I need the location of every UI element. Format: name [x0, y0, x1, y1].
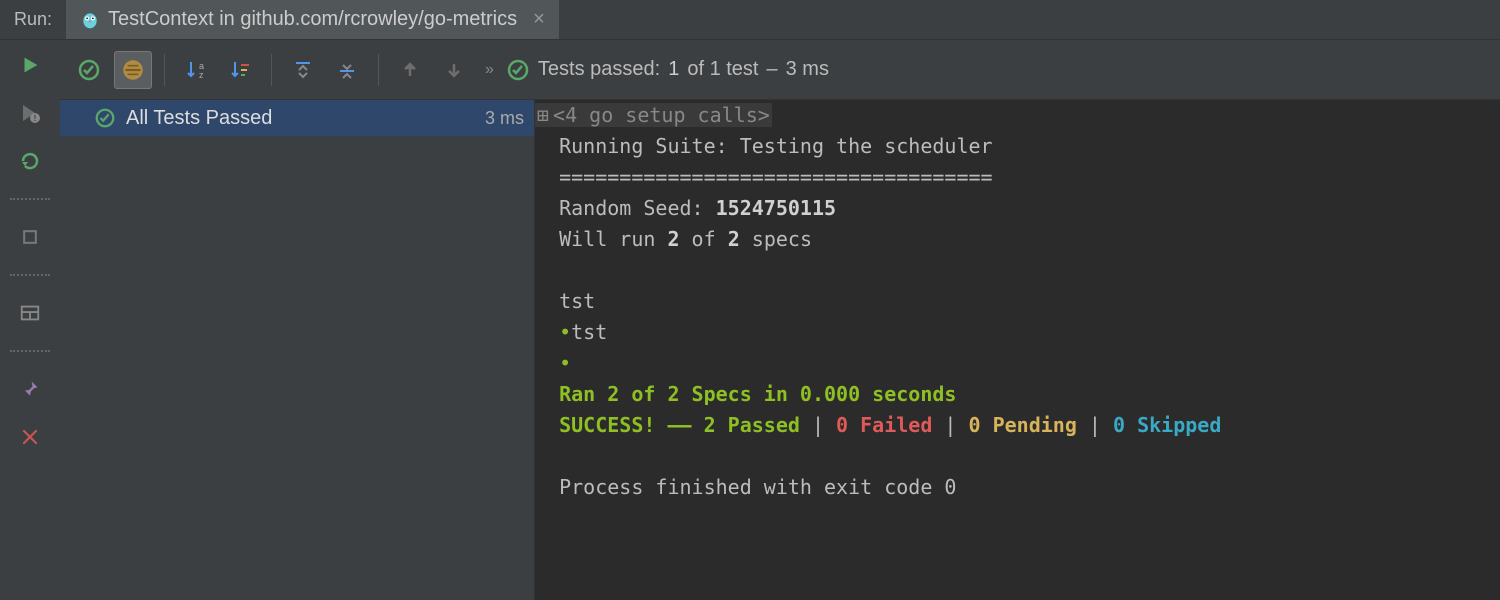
test-toolbar: az » Tests passed: 1 [60, 40, 1500, 100]
run-button[interactable] [15, 50, 45, 80]
console-line: Random Seed: 1524750115 [559, 196, 836, 220]
expand-all-button[interactable] [284, 51, 322, 89]
fold-marker[interactable]: ⊞ [535, 103, 551, 127]
status-dash: – [766, 58, 777, 81]
next-failed-button[interactable] [435, 51, 473, 89]
overflow-icon[interactable]: » [479, 61, 500, 79]
status-of: of 1 test [687, 58, 758, 81]
console-line: Running Suite: Testing the scheduler [559, 134, 992, 158]
close-icon[interactable]: × [533, 8, 545, 31]
console-line: Will run 2 of 2 specs [559, 227, 812, 251]
console-line: •tst [559, 320, 607, 344]
console-line: ==================================== [559, 165, 992, 189]
success-icon [94, 107, 116, 129]
separator [10, 198, 50, 200]
collapse-all-button[interactable] [328, 51, 366, 89]
console-line: Process finished with exit code 0 [559, 475, 956, 499]
separator [10, 274, 50, 276]
sort-by-duration-button[interactable] [221, 51, 259, 89]
stop-button[interactable] [15, 222, 45, 252]
console-line: • [559, 351, 571, 375]
layout-button[interactable] [15, 298, 45, 328]
show-ignored-button[interactable] [114, 51, 152, 89]
console-line: SUCCESS! —— 2 Passed | 0 Failed | 0 Pend… [559, 413, 1221, 437]
rerun-failed-button[interactable]: ! [15, 98, 45, 128]
fold-label[interactable]: <4 go setup calls> [551, 103, 772, 127]
test-tree-root[interactable]: All Tests Passed 3 ms [60, 100, 534, 136]
status-time: 3 ms [786, 58, 829, 81]
svg-text:z: z [199, 70, 204, 80]
pin-button[interactable] [15, 374, 45, 404]
console-output[interactable]: ⊞<4 go setup calls> Running Suite: Testi… [535, 100, 1500, 600]
console-line: Ran 2 of 2 Specs in 0.000 seconds [559, 382, 956, 406]
status-passed-count: 1 [668, 58, 679, 81]
sort-alphabetically-button[interactable]: az [177, 51, 215, 89]
show-passed-button[interactable] [70, 51, 108, 89]
tree-root-time: 3 ms [485, 108, 524, 129]
tab-title: TestContext in github.com/rcrowley/go-me… [108, 8, 517, 31]
left-gutter: ! [0, 40, 60, 600]
test-tree-pane[interactable]: All Tests Passed 3 ms [60, 100, 535, 600]
console-line: tst [559, 289, 595, 313]
close-panel-button[interactable] [15, 422, 45, 452]
tree-root-label: All Tests Passed [126, 107, 272, 130]
go-gopher-icon [80, 10, 100, 30]
test-status-summary: Tests passed: 1 of 1 test – 3 ms [506, 58, 829, 82]
run-tabbar: Run: TestContext in github.com/rcrowley/… [0, 0, 1500, 40]
run-label: Run: [0, 9, 66, 30]
separator [10, 350, 50, 352]
toggle-auto-test-button[interactable] [15, 146, 45, 176]
run-config-tab[interactable]: TestContext in github.com/rcrowley/go-me… [66, 0, 559, 39]
svg-text:!: ! [34, 114, 37, 123]
success-icon [506, 58, 530, 82]
status-prefix: Tests passed: [538, 58, 660, 81]
prev-failed-button[interactable] [391, 51, 429, 89]
